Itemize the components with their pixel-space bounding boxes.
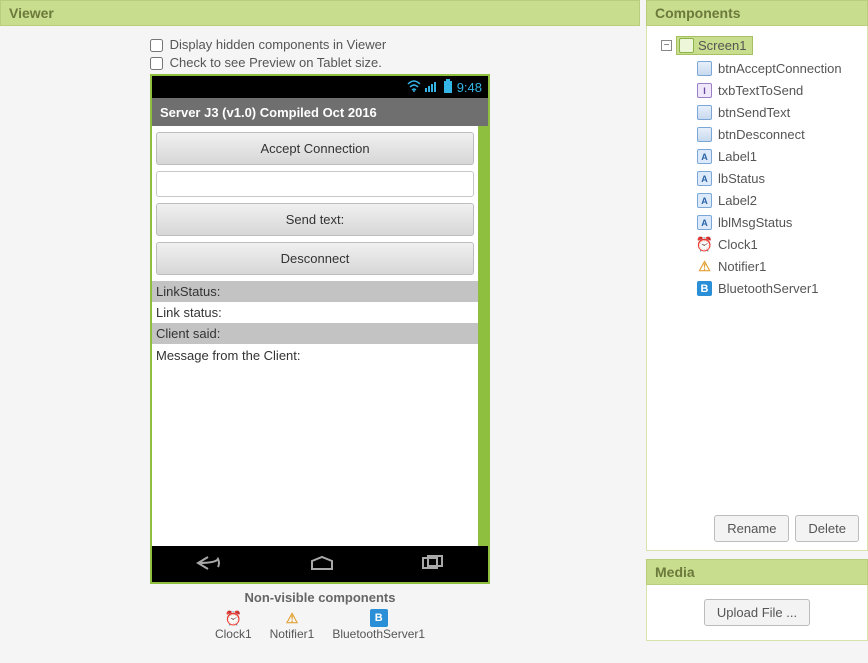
tree-item-lbstatus[interactable]: AlbStatus xyxy=(697,171,859,186)
nv-bt-label: BluetoothServer1 xyxy=(332,627,425,641)
nonvisible-bluetoothserver1[interactable]: B BluetoothServer1 xyxy=(332,609,425,641)
tree-item-label: btnDesconnect xyxy=(718,127,805,142)
tree-item-label: btnAcceptConnection xyxy=(718,61,842,76)
clock-icon: ⏰ xyxy=(697,237,712,252)
bluetooth-icon: B xyxy=(370,609,388,627)
phone-preview: 9:48 Server J3 (v1.0) Compiled Oct 2016 … xyxy=(150,74,490,584)
tree-item-label: Label1 xyxy=(718,149,757,164)
opt-tablet-preview-checkbox[interactable] xyxy=(150,57,163,70)
battery-icon xyxy=(443,79,453,96)
nav-recent-icon xyxy=(420,555,446,574)
android-nav-bar xyxy=(152,546,488,582)
tree-item-screen1[interactable]: Screen1 xyxy=(676,36,753,55)
opt-tablet-preview[interactable]: Check to see Preview on Tablet size. xyxy=(150,54,490,72)
btn-desconnect[interactable]: Desconnect xyxy=(156,242,474,275)
tree-item-clock1[interactable]: ⏰ Clock1 xyxy=(697,237,859,252)
tree-item-label1[interactable]: A Label1 xyxy=(697,149,859,164)
components-panel-header: Components xyxy=(646,0,868,26)
signal-icon xyxy=(425,80,439,95)
button-icon xyxy=(697,127,712,142)
tree-item-label: txbTextToSend xyxy=(718,83,803,98)
tree-item-notifier1[interactable]: ⚠ Notifier1 xyxy=(697,259,859,274)
btn-accept-connection[interactable]: Accept Connection xyxy=(156,132,474,165)
rename-button[interactable]: Rename xyxy=(714,515,789,542)
label-icon: A xyxy=(697,193,712,208)
media-panel-header: Media xyxy=(646,559,868,585)
tree-item-label: BluetoothServer1 xyxy=(718,281,818,296)
warning-icon: ⚠ xyxy=(283,609,301,627)
notif-icon: ⚠ xyxy=(697,259,712,274)
tree-root-label: Screen1 xyxy=(698,38,746,53)
button-icon xyxy=(697,61,712,76)
screen-icon xyxy=(679,38,694,53)
tree-item-label: btnSendText xyxy=(718,105,790,120)
nonvisible-clock1[interactable]: ⏰ Clock1 xyxy=(215,609,252,641)
btn-send-text[interactable]: Send text: xyxy=(156,203,474,236)
tree-item-label: Notifier1 xyxy=(718,259,766,274)
textbox-icon: I xyxy=(697,83,712,98)
components-tree: − Screen1 btnAcceptConnection ItxbTextToS… xyxy=(655,36,859,509)
clock-icon: ⏰ xyxy=(224,609,242,627)
nonvisible-notifier1[interactable]: ⚠ Notifier1 xyxy=(270,609,315,641)
tree-item-txbtexttosend[interactable]: ItxbTextToSend xyxy=(697,83,859,98)
tree-item-label: Label2 xyxy=(718,193,757,208)
label-icon: A xyxy=(697,149,712,164)
label-icon: A xyxy=(697,171,712,186)
label-msg-status: Message from the Client: xyxy=(152,344,478,546)
nv-clock-label: Clock1 xyxy=(215,627,252,641)
status-bar: 9:48 xyxy=(152,76,488,98)
label-linkstatus-header: LinkStatus: xyxy=(152,281,478,302)
status-clock: 9:48 xyxy=(457,80,482,95)
screen-title-bar: Server J3 (v1.0) Compiled Oct 2016 xyxy=(152,98,488,126)
delete-button[interactable]: Delete xyxy=(795,515,859,542)
tree-item-btndesconnect[interactable]: btnDesconnect xyxy=(697,127,859,142)
nv-notifier-label: Notifier1 xyxy=(270,627,315,641)
viewer-panel-header: Viewer xyxy=(0,0,640,26)
tree-item-btnacceptconnection[interactable]: btnAcceptConnection xyxy=(697,61,859,76)
tree-item-label: lblMsgStatus xyxy=(718,215,792,230)
txb-text-to-send[interactable] xyxy=(156,171,474,197)
label-client-said-header: Client said: xyxy=(152,323,478,344)
nonvisible-components-title: Non-visible components xyxy=(245,590,396,605)
label-icon: A xyxy=(697,215,712,230)
tree-item-label2[interactable]: A Label2 xyxy=(697,193,859,208)
tree-item-bluetoothserver1[interactable]: B BluetoothServer1 xyxy=(697,281,859,296)
opt-show-hidden[interactable]: Display hidden components in Viewer xyxy=(150,36,490,54)
button-icon xyxy=(697,105,712,120)
nav-home-icon xyxy=(308,555,336,574)
tree-item-label: Clock1 xyxy=(718,237,758,252)
upload-file-button[interactable]: Upload File ... xyxy=(704,599,810,626)
opt-show-hidden-checkbox[interactable] xyxy=(150,39,163,52)
wifi-icon xyxy=(407,80,421,95)
tree-item-label: lbStatus xyxy=(718,171,765,186)
tree-item-lblmsgstatus[interactable]: AlblMsgStatus xyxy=(697,215,859,230)
tree-collapse-icon[interactable]: − xyxy=(661,40,672,51)
opt-tablet-preview-label: Check to see Preview on Tablet size. xyxy=(170,55,382,70)
bt-icon: B xyxy=(697,281,712,296)
tree-item-btnsendtext[interactable]: btnSendText xyxy=(697,105,859,120)
label-linkstatus-value: Link status: xyxy=(152,302,478,323)
opt-show-hidden-label: Display hidden components in Viewer xyxy=(170,37,387,52)
nav-back-icon xyxy=(194,555,224,574)
